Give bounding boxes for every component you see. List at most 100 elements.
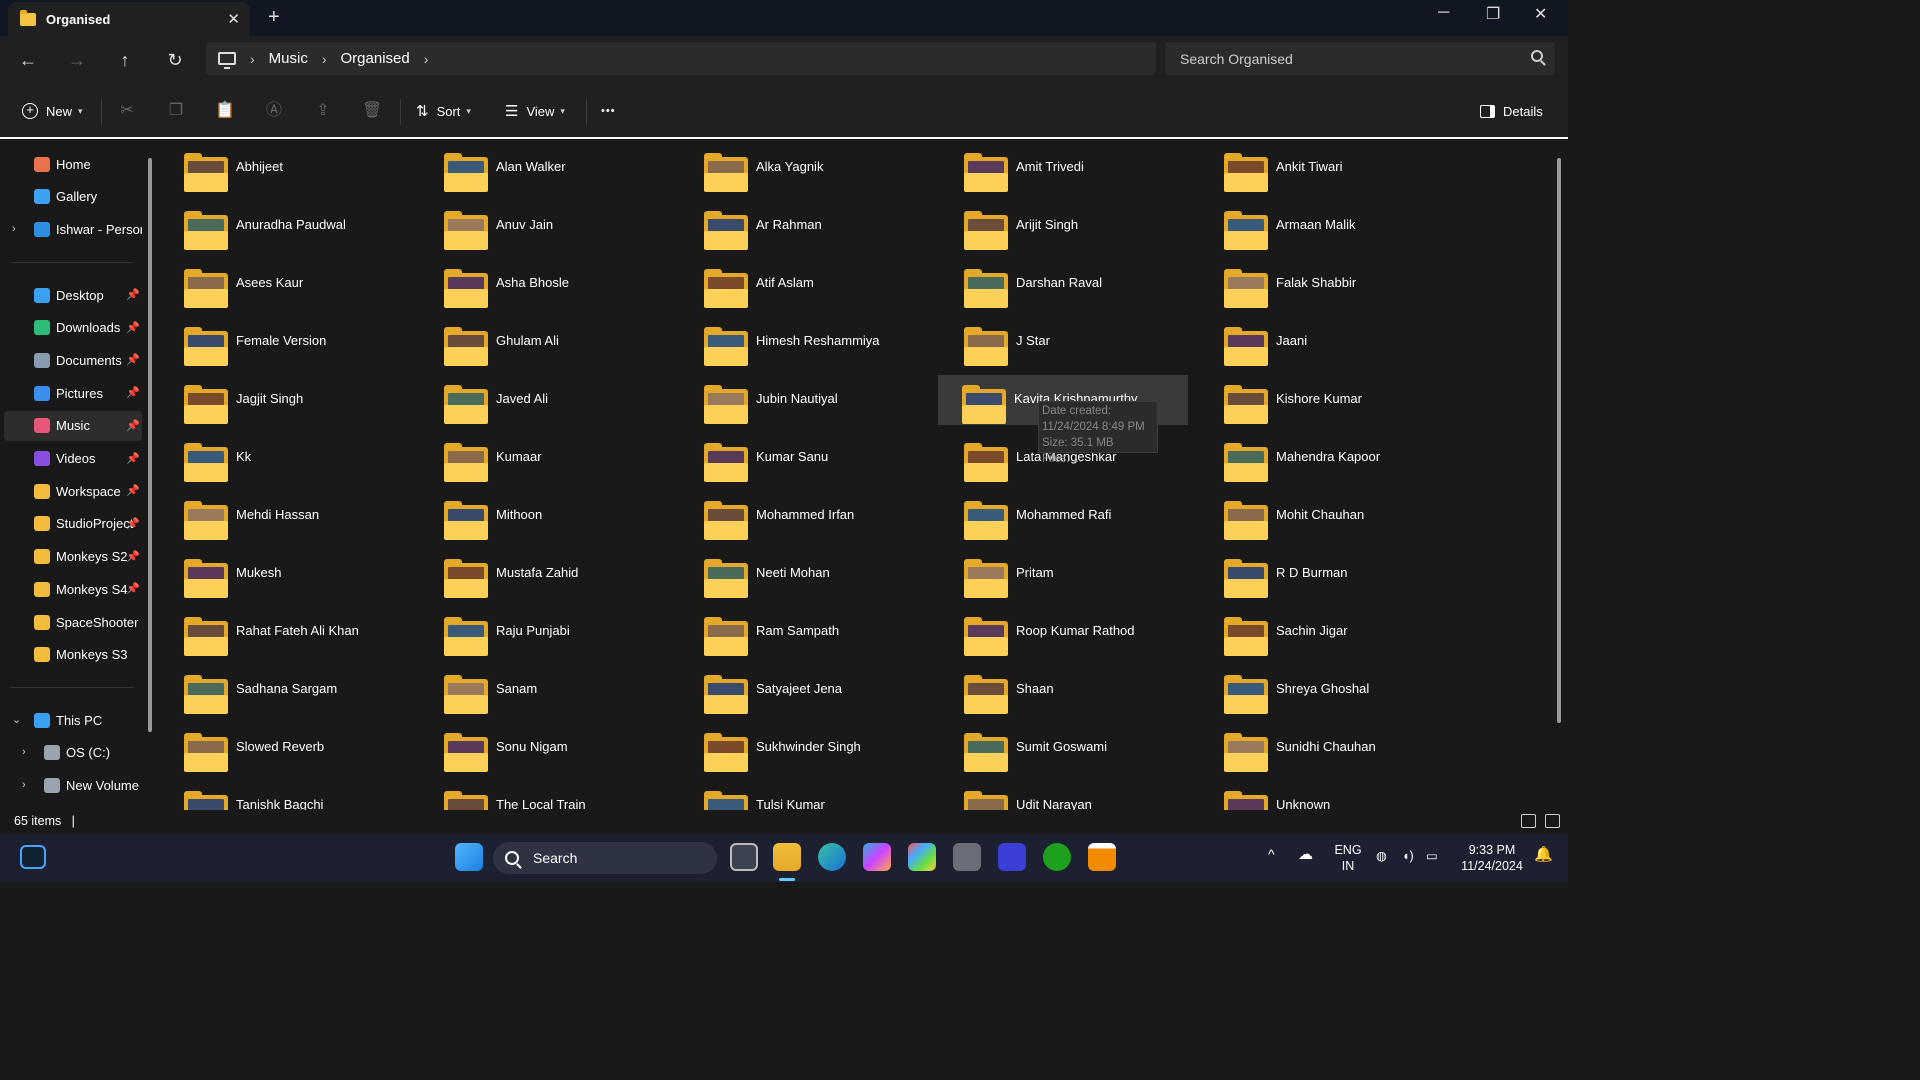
folder-item[interactable]: Sumit Goswami [940, 723, 1190, 773]
this-pc-icon[interactable] [218, 52, 236, 69]
folder-item[interactable]: Mohit Chauhan [1200, 491, 1450, 541]
folder-item[interactable]: Arijit Singh [940, 201, 1190, 251]
unity-icon[interactable] [953, 843, 981, 871]
folder-item[interactable]: Pritam [940, 549, 1190, 599]
folder-item[interactable]: Himesh Reshammiya [680, 317, 930, 367]
folder-item[interactable]: Ar Rahman [680, 201, 930, 251]
visual-studio-icon[interactable] [998, 843, 1026, 871]
share-icon[interactable]: ⇪ [313, 101, 333, 121]
back-button[interactable]: ← [13, 46, 43, 74]
details-view-icon[interactable] [1521, 814, 1536, 828]
more-options-button[interactable]: ••• [601, 101, 616, 121]
folder-item[interactable]: Sanam [420, 665, 670, 715]
sidebar-item-monkeys-s3[interactable]: Monkeys S3 [4, 640, 142, 670]
folder-item[interactable]: Amit Trivedi [940, 143, 1190, 193]
folder-item[interactable]: Sunidhi Chauhan [1200, 723, 1450, 773]
chevron-right-icon[interactable]: › [22, 779, 26, 791]
folder-item[interactable]: Alan Walker [420, 143, 670, 193]
sidebar-item-gallery[interactable]: Gallery [4, 182, 142, 212]
folder-item[interactable]: Abhijeet [160, 143, 410, 193]
network-icon[interactable]: ◍ [1376, 848, 1387, 864]
chevron-down-icon[interactable]: ⌄ [12, 713, 21, 726]
up-button[interactable]: ↑ [110, 46, 140, 74]
chevron-right-icon[interactable]: › [424, 51, 429, 67]
sidebar-item-desktop[interactable]: Desktop 📌 [4, 280, 142, 310]
folder-item[interactable]: Satyajeet Jena [680, 665, 930, 715]
widgets-icon[interactable] [20, 845, 46, 869]
folder-item[interactable]: Unknown [1200, 781, 1450, 810]
refresh-button[interactable]: ↻ [160, 46, 190, 74]
folder-item[interactable]: Shaan [940, 665, 1190, 715]
folder-item[interactable]: J Star [940, 317, 1190, 367]
folder-item[interactable]: Sadhana Sargam [160, 665, 410, 715]
folder-item[interactable]: Mahendra Kapoor [1200, 433, 1450, 483]
edge-icon[interactable] [818, 843, 846, 871]
tab-close-icon[interactable]: ✕ [227, 10, 240, 28]
folder-item[interactable]: Mustafa Zahid [420, 549, 670, 599]
folder-item[interactable]: Alka Yagnik [680, 143, 930, 193]
close-button[interactable]: ✕ [1534, 4, 1547, 24]
folder-item[interactable]: Slowed Reverb [160, 723, 410, 773]
folder-item[interactable]: Mohammed Irfan [680, 491, 930, 541]
folder-item[interactable]: Female Version [160, 317, 410, 367]
sidebar-item-home[interactable]: Home [4, 149, 142, 179]
new-button[interactable]: + New ▾ [22, 101, 83, 121]
folder-item[interactable]: Rahat Fateh Ali Khan [160, 607, 410, 657]
maximize-button[interactable]: ❐ [1486, 4, 1500, 24]
volume-icon[interactable]: ◖) [1402, 848, 1414, 864]
sidebar-item-monkeys-s2[interactable]: Monkeys S2 📌 [4, 542, 142, 572]
folder-item[interactable]: Kk [160, 433, 410, 483]
folder-item[interactable]: Shreya Ghoshal [1200, 665, 1450, 715]
sidebar-item-monkeys-s4[interactable]: Monkeys S4 📌 [4, 574, 142, 604]
folder-item[interactable]: Sukhwinder Singh [680, 723, 930, 773]
start-icon[interactable] [455, 843, 483, 871]
language-indicator[interactable]: ENG IN [1334, 842, 1362, 874]
cut-icon[interactable]: ✂ [117, 101, 137, 121]
folder-item[interactable]: Mohammed Rafi [940, 491, 1190, 541]
breadcrumb-organised[interactable]: Organised [341, 50, 410, 67]
search-input[interactable]: Search Organised [1165, 42, 1555, 75]
copilot-icon[interactable] [863, 843, 891, 871]
folder-item[interactable]: Ankit Tiwari [1200, 143, 1450, 193]
address-bar[interactable]: › Music › Organised › [206, 42, 1156, 75]
sidebar-item-documents[interactable]: Documents 📌 [4, 345, 142, 375]
sidebar-item-ishwar-persona[interactable]: Ishwar - Persona [4, 214, 142, 244]
view-button[interactable]: ☰ View ▾ [505, 101, 565, 121]
new-tab-button[interactable]: + [268, 6, 280, 29]
minimize-button[interactable]: ─ [1438, 4, 1449, 22]
tab-organised[interactable]: Organised ✕ [8, 2, 250, 36]
sidebar-item-downloads[interactable]: Downloads 📌 [4, 313, 142, 343]
paste-icon[interactable]: 📋 [215, 101, 235, 121]
sort-button[interactable]: ⇅ Sort ▾ [416, 101, 471, 121]
details-button[interactable]: Details [1480, 101, 1543, 121]
folder-item[interactable]: R D Burman [1200, 549, 1450, 599]
folder-item[interactable]: Raju Punjabi [420, 607, 670, 657]
folder-item[interactable]: Sonu Nigam [420, 723, 670, 773]
sidebar-item-videos[interactable]: Videos 📌 [4, 444, 142, 474]
folder-item[interactable]: Anuradha Paudwal [160, 201, 410, 251]
folder-item[interactable]: Mukesh [160, 549, 410, 599]
task-view-icon[interactable] [730, 843, 758, 871]
large-icons-view-icon[interactable] [1545, 814, 1560, 828]
sidebar-item-studioproject[interactable]: StudioProject 📌 [4, 509, 142, 539]
rename-icon[interactable]: Ⓐ [264, 101, 284, 121]
folder-item[interactable]: Udit Narayan [940, 781, 1190, 810]
folder-item[interactable]: Tulsi Kumar [680, 781, 930, 810]
battery-icon[interactable]: ▭ [1426, 848, 1438, 864]
notification-bell-icon[interactable]: 🔔 [1534, 847, 1553, 863]
folder-item[interactable]: Falak Shabbir [1200, 259, 1450, 309]
folder-item[interactable]: Tanishk Bagchi [160, 781, 410, 810]
xbox-icon[interactable] [1043, 843, 1071, 871]
sidebar-scrollbar[interactable] [148, 158, 152, 732]
content-scrollbar[interactable] [1557, 158, 1561, 723]
sidebar-item-pictures[interactable]: Pictures 📌 [4, 378, 142, 408]
folder-item[interactable]: Sachin Jigar [1200, 607, 1450, 657]
folder-item[interactable]: Armaan Malik [1200, 201, 1450, 251]
taskbar-search[interactable]: Search [493, 842, 717, 874]
folder-item[interactable]: Javed Ali [420, 375, 670, 425]
forward-button[interactable]: → [62, 46, 92, 74]
folder-item[interactable]: Kumaar [420, 433, 670, 483]
chevron-right-icon[interactable]: › [22, 746, 26, 758]
onedrive-tray-icon[interactable]: ☁ [1298, 847, 1313, 863]
folder-item[interactable]: Asees Kaur [160, 259, 410, 309]
